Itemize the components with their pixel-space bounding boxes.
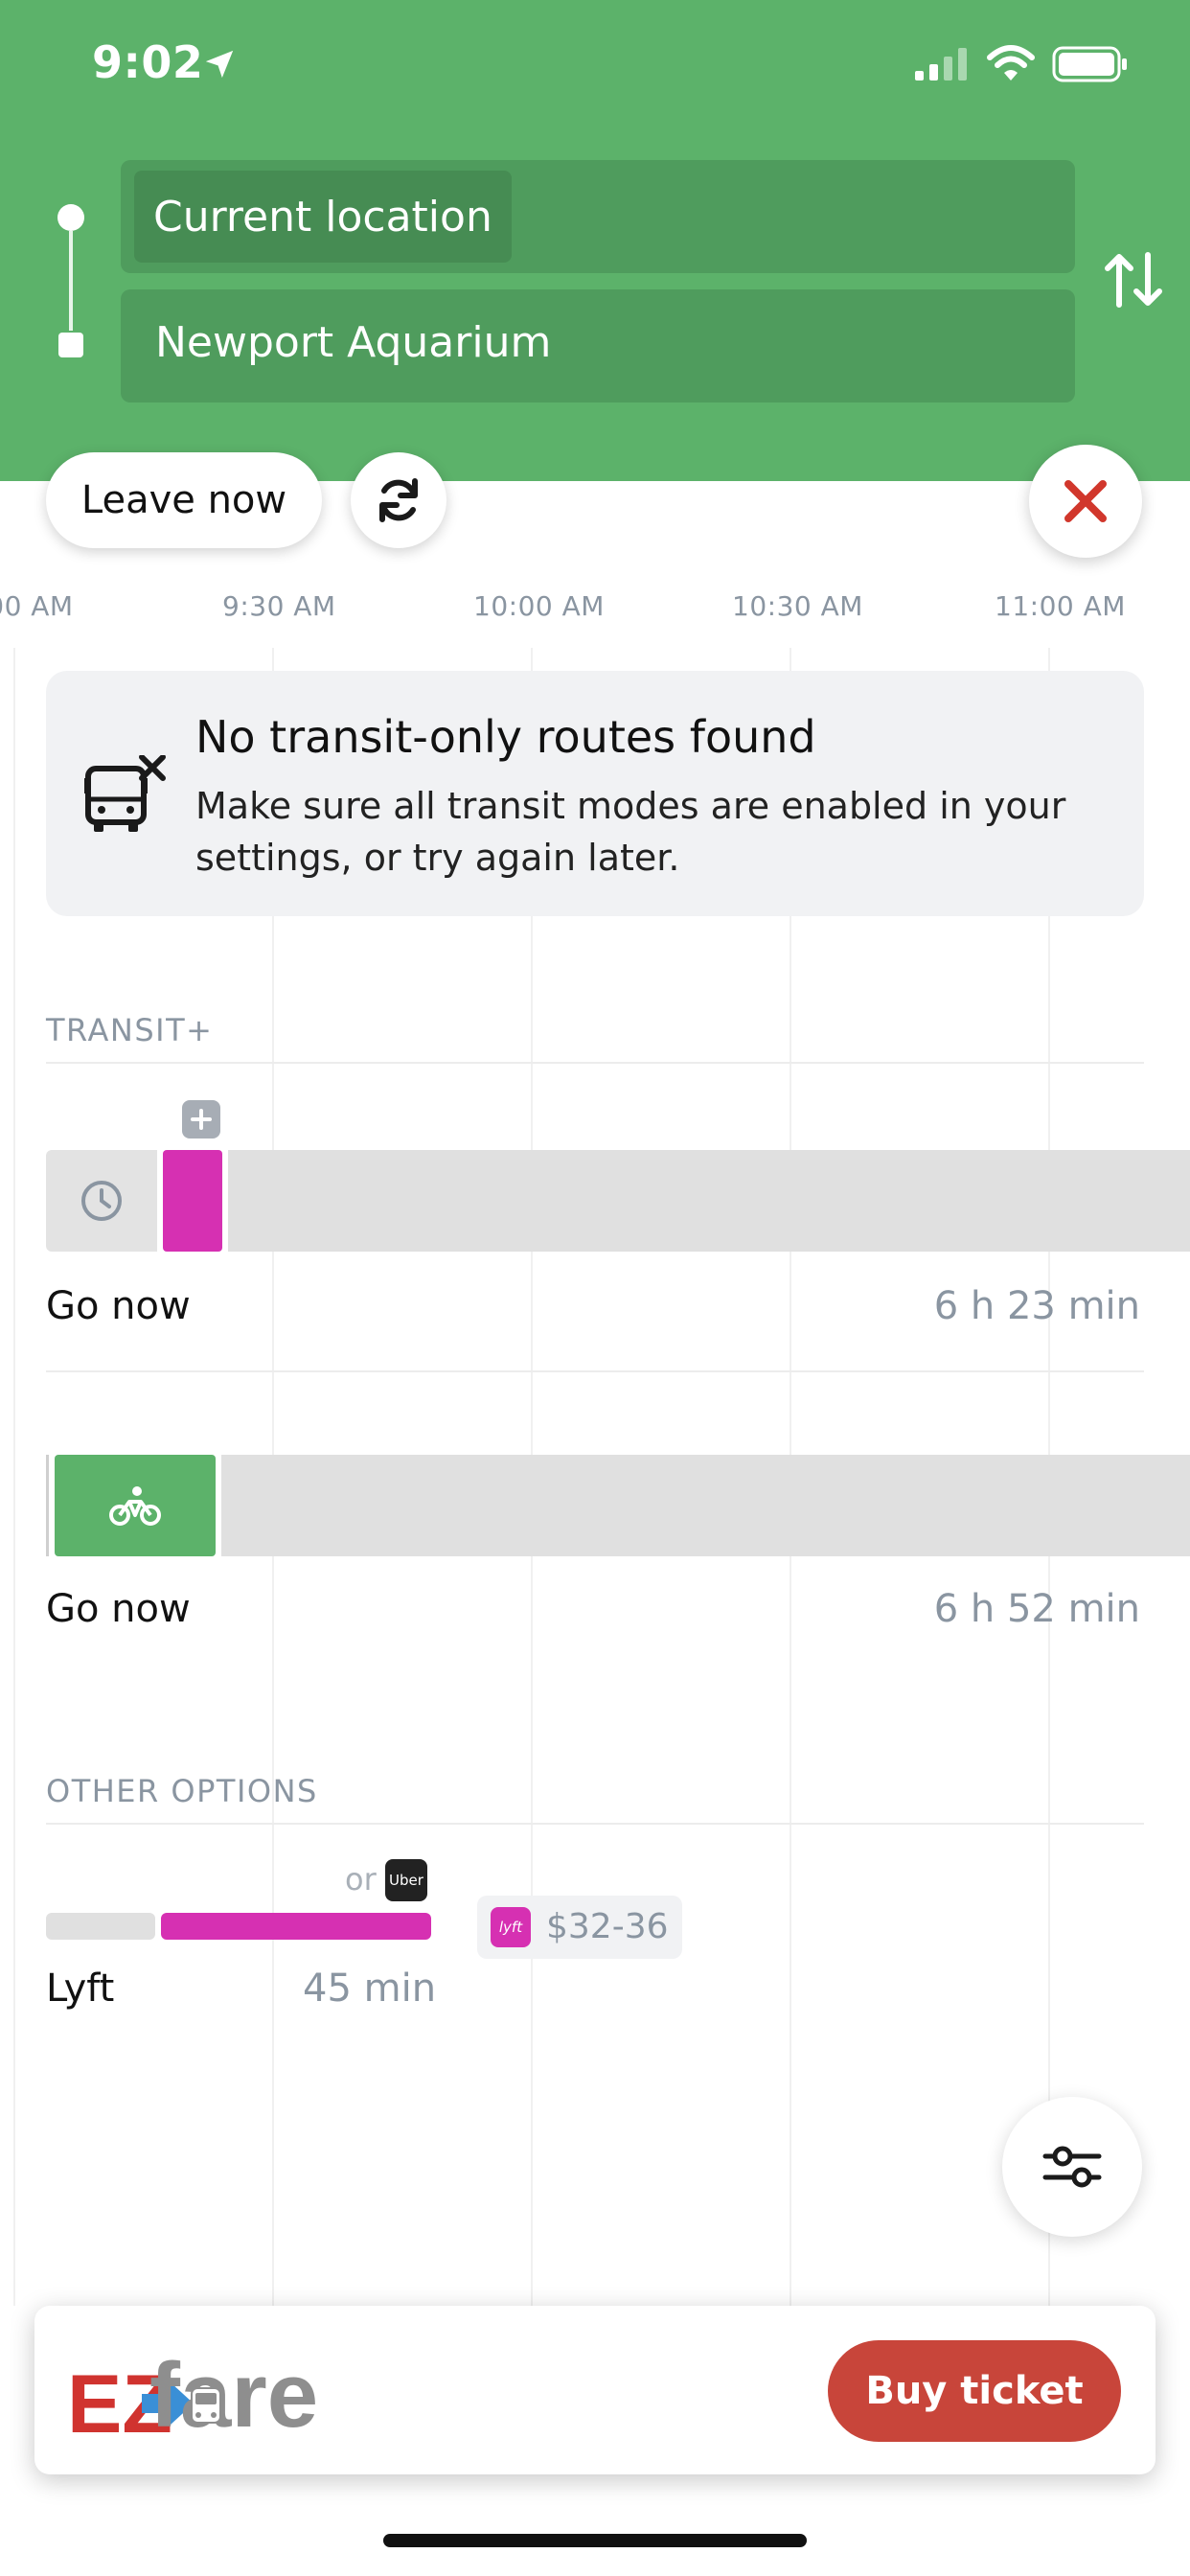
- origin-dot: [57, 204, 84, 231]
- bus-cancel-icon: [84, 755, 166, 832]
- refresh-icon: [379, 478, 418, 522]
- lyft-segment: [161, 1913, 431, 1940]
- bike-segment: [55, 1455, 216, 1556]
- origin-text: Current location: [153, 192, 492, 242]
- uber-badge: Uber: [385, 1859, 427, 1901]
- time-tick: 11:00 AM: [995, 590, 1126, 622]
- divider: [46, 1370, 1144, 1372]
- signal-icon: [915, 48, 967, 80]
- wifi-icon: [987, 45, 1035, 80]
- clock-icon: [81, 1181, 122, 1221]
- route-connector: [69, 231, 73, 331]
- divider: [46, 1823, 1144, 1825]
- section-label-other-options: OTHER OPTIONS: [46, 1773, 318, 1809]
- brand-fare: fare: [149, 2344, 318, 2444]
- price-text: $32-36: [546, 1907, 669, 1946]
- buy-ticket-button[interactable]: Buy ticket: [828, 2340, 1121, 2442]
- status-time: 9:02: [92, 36, 204, 88]
- home-indicator: [383, 2534, 807, 2547]
- location-arrow-icon: [205, 50, 234, 79]
- option-name: Lyft: [46, 1966, 115, 2011]
- close-icon: [1064, 480, 1107, 522]
- route-duration: 6 h 52 min: [933, 1587, 1140, 1631]
- section-label-transit-plus: TRANSIT+: [46, 1012, 214, 1048]
- refresh-button[interactable]: [351, 452, 446, 548]
- route-bar: [221, 1455, 1190, 1556]
- filter-icon: [1042, 2146, 1102, 2188]
- divider: [46, 1062, 1144, 1064]
- lyft-segment: [163, 1150, 222, 1252]
- ticket-card: EZ fare Buy ticket: [34, 2306, 1156, 2474]
- battery-icon: [1052, 46, 1127, 82]
- route-label: Go now: [46, 1587, 191, 1631]
- destination-field[interactable]: Newport Aquarium: [121, 289, 1075, 402]
- swap-icon[interactable]: [1100, 249, 1167, 310]
- notice-title: No transit-only routes found: [195, 711, 816, 763]
- lyft-logo: lyft: [491, 1907, 531, 1947]
- close-button[interactable]: [1029, 445, 1142, 558]
- origin-field[interactable]: Current location: [121, 160, 1075, 273]
- bike-icon: [109, 1486, 161, 1526]
- or-text: or: [345, 1861, 377, 1898]
- destination-text: Newport Aquarium: [155, 318, 552, 367]
- no-routes-notice: No transit-only routes found Make sure a…: [46, 671, 1144, 916]
- plus-badge: [182, 1100, 220, 1138]
- bar-edge: [46, 1455, 49, 1556]
- destination-dot: [58, 333, 83, 357]
- time-tick: 10:30 AM: [732, 590, 863, 622]
- wait-segment: [46, 1913, 155, 1940]
- notice-body: Make sure all transit modes are enabled …: [195, 785, 1066, 879]
- time-tick: 10:00 AM: [473, 590, 605, 622]
- route-bar: [228, 1150, 1190, 1252]
- bus-icon: [191, 2387, 221, 2424]
- time-tick: 9:30 AM: [222, 590, 336, 622]
- filter-button[interactable]: [1002, 2097, 1142, 2237]
- wait-segment: [46, 1150, 157, 1252]
- gridline: [13, 648, 15, 2306]
- route-duration: 6 h 23 min: [933, 1284, 1140, 1328]
- route-label: Go now: [46, 1284, 191, 1328]
- plus-icon: [191, 1109, 212, 1130]
- ezfare-logo: EZ fare: [67, 2344, 318, 2444]
- leave-now-button[interactable]: Leave now: [46, 452, 322, 548]
- origin-chip[interactable]: Current location: [134, 171, 512, 263]
- header: 9:02 Current location Newport Aquarium: [0, 0, 1190, 481]
- price-chip: lyft $32-36: [477, 1896, 682, 1959]
- option-duration: 45 min: [303, 1966, 437, 2011]
- time-tick: 9:00 AM: [0, 590, 74, 622]
